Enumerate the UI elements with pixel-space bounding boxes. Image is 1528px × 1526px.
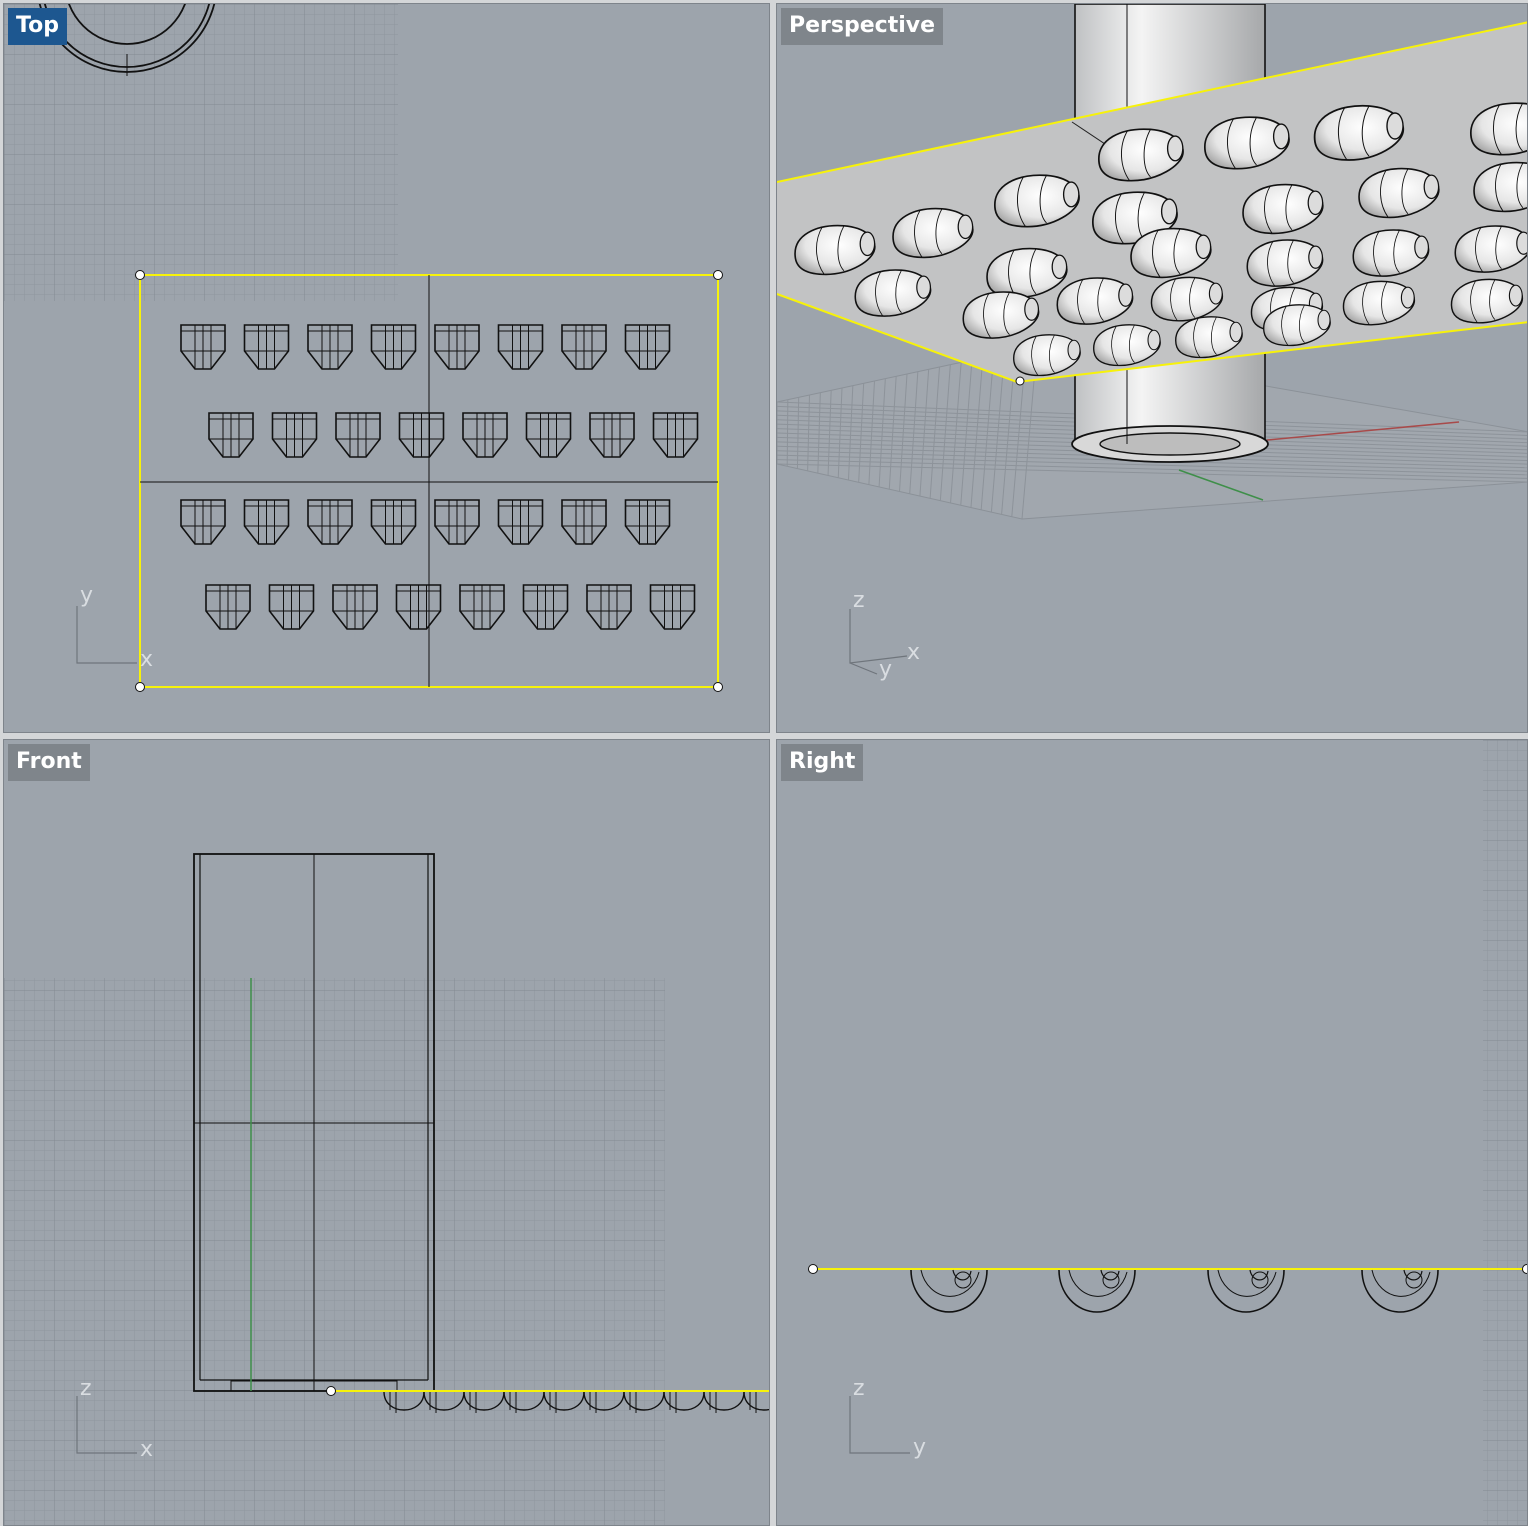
cup-top[interactable] (586, 584, 632, 630)
cup-top[interactable] (624, 499, 671, 545)
cup-top[interactable] (561, 324, 607, 370)
axis-label-x: x (140, 647, 153, 672)
cup-top[interactable] (370, 499, 417, 545)
cup-top[interactable] (589, 412, 635, 458)
cup-top[interactable] (271, 412, 318, 458)
axis-label-z: z (853, 1376, 865, 1401)
cup-profile-right[interactable] (1361, 1269, 1439, 1313)
front-view-canvas[interactable]: z x (4, 740, 770, 1526)
cup-top[interactable] (307, 499, 353, 545)
cup-top[interactable] (395, 584, 442, 630)
cup-profile-right[interactable] (1207, 1269, 1285, 1313)
cup-top[interactable] (205, 584, 251, 630)
cup-top[interactable] (268, 584, 315, 630)
perspective-view-canvas[interactable]: z x y (777, 4, 1528, 733)
cup-array-top (180, 324, 699, 630)
cup-top[interactable] (434, 499, 480, 545)
viewport-label-top[interactable]: Top (8, 8, 67, 45)
axis-label-z: z (80, 1376, 92, 1401)
cup-top[interactable] (335, 412, 381, 458)
axis-label-y: y (879, 657, 892, 682)
cup-top[interactable] (307, 324, 353, 370)
right-view-canvas[interactable]: z y (777, 740, 1528, 1526)
cup-top[interactable] (624, 324, 671, 370)
cup-top[interactable] (243, 324, 290, 370)
cup-top[interactable] (522, 584, 569, 630)
cup-profile-right[interactable] (1058, 1269, 1136, 1313)
viewport-front[interactable]: z x Front (3, 739, 770, 1526)
cup-top[interactable] (561, 499, 607, 545)
axis-label-y: y (80, 583, 93, 608)
cup-top[interactable] (434, 324, 480, 370)
axis-indicator-perspective: z x y (849, 588, 920, 682)
front-grid (4, 978, 665, 1525)
right-grid (1483, 740, 1527, 1525)
top-grid (4, 4, 398, 301)
cup-top[interactable] (332, 584, 378, 630)
axis-label-x: x (140, 1437, 153, 1462)
cup-top[interactable] (180, 499, 226, 545)
cup-top[interactable] (497, 499, 544, 545)
axis-indicator-top: y x (76, 583, 153, 672)
cup-top[interactable] (398, 412, 445, 458)
cup-profile-front[interactable] (703, 1391, 745, 1414)
cup-top[interactable] (180, 324, 226, 370)
cup-top[interactable] (462, 412, 508, 458)
cup-top[interactable] (370, 324, 417, 370)
cup-profile-right[interactable] (910, 1269, 988, 1313)
viewport-top[interactable]: y x Top (3, 3, 770, 733)
axis-label-x: x (907, 640, 920, 665)
viewport-right[interactable]: z y Right (776, 739, 1528, 1526)
viewport-label-front[interactable]: Front (8, 744, 90, 781)
axis-label-z: z (853, 588, 865, 613)
top-view-canvas[interactable]: y x (4, 4, 770, 733)
cup-top[interactable] (459, 584, 505, 630)
axis-label-y: y (913, 1435, 926, 1460)
cup-top[interactable] (243, 499, 290, 545)
viewport-perspective[interactable]: z x y Perspective (776, 3, 1528, 733)
cup-top[interactable] (652, 412, 699, 458)
cup-top[interactable] (525, 412, 572, 458)
cup-profile-front[interactable] (743, 1391, 770, 1414)
viewport-label-perspective[interactable]: Perspective (781, 8, 944, 45)
cup-top[interactable] (208, 412, 254, 458)
cup-top[interactable] (649, 584, 696, 630)
viewport-label-right[interactable]: Right (781, 744, 864, 781)
axis-indicator-right: z y (849, 1376, 926, 1460)
cup-profiles-right (910, 1269, 1439, 1313)
cup-top[interactable] (497, 324, 544, 370)
cup-profile-front[interactable] (663, 1391, 705, 1414)
